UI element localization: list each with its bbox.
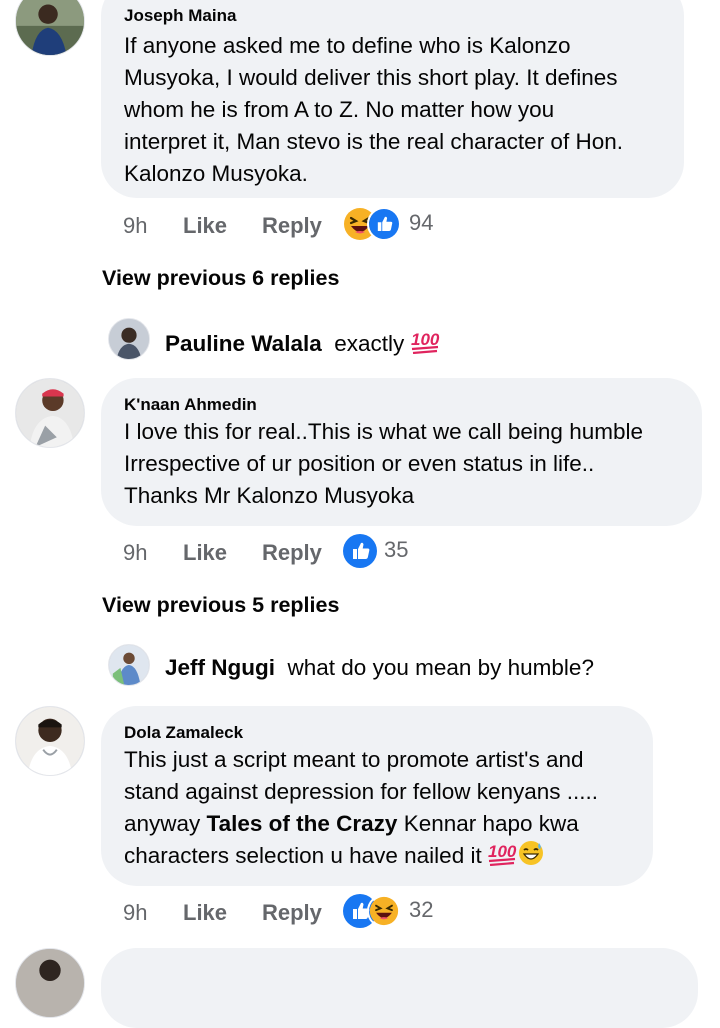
reaction-count: 94 bbox=[409, 210, 434, 235]
comment-line: This just a script meant to promote arti… bbox=[124, 747, 584, 772]
comment-timestamp[interactable]: 9h bbox=[123, 540, 147, 566]
comment-bubble: Joseph Maina If anyone asked me to defin… bbox=[101, 0, 684, 198]
comment-bubble: Dola Zamaleck This just a script meant t… bbox=[101, 706, 653, 886]
comment-line: interpret it, Man stevo is the real char… bbox=[124, 129, 623, 154]
comment-actions: 9h Like Reply 32 bbox=[123, 894, 523, 930]
reaction-summary[interactable]: 32 bbox=[343, 894, 463, 928]
avatar-photo bbox=[16, 707, 84, 775]
reaction-count: 35 bbox=[384, 537, 409, 562]
reply-button[interactable]: Reply bbox=[262, 540, 322, 566]
like-button[interactable]: Like bbox=[183, 900, 227, 926]
avatar-photo bbox=[16, 0, 84, 55]
hundred-points-emoji-icon: 100 bbox=[488, 840, 518, 875]
view-previous-replies-link[interactable]: View previous 5 replies bbox=[102, 593, 339, 618]
comment-line: Irrespective of ur position or even stat… bbox=[124, 451, 595, 476]
avatar[interactable] bbox=[108, 644, 150, 686]
comment-bubble: K'naan Ahmedin I love this for real..Thi… bbox=[101, 378, 702, 526]
avatar[interactable] bbox=[15, 378, 85, 448]
comment-bubble bbox=[101, 948, 698, 1028]
avatar[interactable] bbox=[15, 948, 85, 1018]
comment-text: This just a script meant to promote arti… bbox=[124, 744, 598, 875]
like-icon bbox=[367, 207, 401, 241]
hundred-points-emoji-icon: 100 bbox=[411, 328, 441, 360]
comment-author[interactable]: K'naan Ahmedin bbox=[124, 395, 257, 415]
comment-actions: 9h Like Reply 35 bbox=[123, 534, 523, 570]
view-previous-replies-link[interactable]: View previous 6 replies bbox=[102, 266, 339, 291]
comment-line: stand against depression for fellow keny… bbox=[124, 779, 599, 804]
comment-line: characters selection u have nailed it 10… bbox=[124, 840, 598, 875]
comment-line: Kalonzo Musyoka. bbox=[124, 161, 308, 186]
avatar[interactable] bbox=[15, 0, 85, 56]
reply: Jeff Ngugi what do you mean by humble? bbox=[165, 655, 594, 681]
reaction-count: 32 bbox=[409, 897, 434, 922]
comment-timestamp[interactable]: 9h bbox=[123, 900, 147, 926]
comment-line: whom he is from A to Z. No matter how yo… bbox=[124, 97, 555, 122]
avatar-photo bbox=[109, 645, 149, 685]
like-icon bbox=[343, 534, 377, 568]
avatar-photo bbox=[109, 319, 149, 359]
like-button[interactable]: Like bbox=[183, 213, 227, 239]
comment-line-text: characters selection u have nailed it bbox=[124, 843, 488, 868]
comment-author[interactable]: Dola Zamaleck bbox=[124, 723, 243, 743]
page-mention-link[interactable]: Tales of the Crazy bbox=[207, 811, 398, 836]
avatar-photo bbox=[16, 379, 84, 447]
reaction-summary[interactable]: 94 bbox=[343, 207, 463, 241]
haha-emoji-icon bbox=[367, 894, 401, 928]
reply: Pauline Walala exactly 100 bbox=[165, 328, 441, 360]
comment-line: anyway Tales of the Crazy Kennar hapo kw… bbox=[124, 808, 598, 840]
comment-line: Musyoka, I would deliver this short play… bbox=[124, 65, 618, 90]
grinning-sweat-emoji-icon bbox=[518, 840, 544, 875]
comment-line: If anyone asked me to define who is Kalo… bbox=[124, 33, 571, 58]
comment-text: If anyone asked me to define who is Kalo… bbox=[124, 30, 623, 190]
reply-button[interactable]: Reply bbox=[262, 213, 322, 239]
reply-text: exactly bbox=[334, 331, 411, 356]
comment-timestamp[interactable]: 9h bbox=[123, 213, 147, 239]
reply-author[interactable]: Jeff Ngugi bbox=[165, 655, 275, 680]
reaction-summary[interactable]: 35 bbox=[343, 534, 443, 568]
comment-line-text: anyway bbox=[124, 811, 207, 836]
comment-text: I love this for real..This is what we ca… bbox=[124, 416, 643, 512]
comment-line-text: Kennar hapo kwa bbox=[397, 811, 579, 836]
reply-author[interactable]: Pauline Walala bbox=[165, 331, 322, 356]
comment-line: I love this for real..This is what we ca… bbox=[124, 419, 643, 444]
comment-author[interactable]: Joseph Maina bbox=[124, 6, 236, 26]
comment-line: Thanks Mr Kalonzo Musyoka bbox=[124, 483, 415, 508]
comment-actions: 9h Like Reply 94 bbox=[123, 207, 523, 243]
reply-text: what do you mean by humble? bbox=[287, 655, 594, 680]
reply-button[interactable]: Reply bbox=[262, 900, 322, 926]
avatar-photo bbox=[16, 949, 84, 1017]
like-button[interactable]: Like bbox=[183, 540, 227, 566]
avatar[interactable] bbox=[15, 706, 85, 776]
avatar[interactable] bbox=[108, 318, 150, 360]
